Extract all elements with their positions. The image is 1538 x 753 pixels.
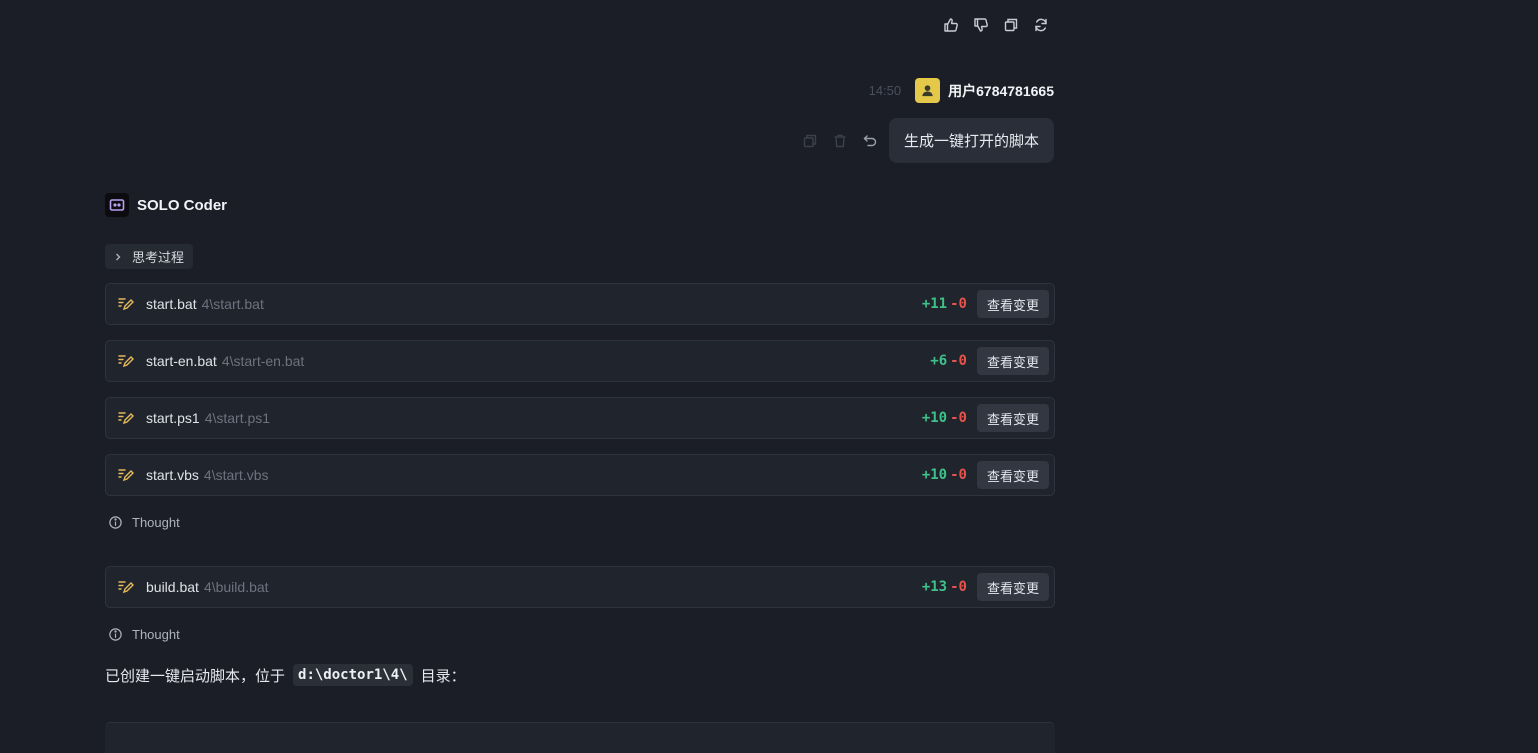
refresh-icon[interactable] [1030,14,1052,36]
file-name: start-en.bat [146,353,217,369]
summary-after: 目录： [420,667,466,685]
lines-added: +10 [921,410,948,426]
view-changes-button[interactable]: 查看变更 [976,461,1049,489]
file-name: start.ps1 [146,410,200,426]
message-timestamp: 14:50 [868,83,902,98]
file-path: 4\start.ps1 [204,410,271,426]
agent-header: SOLO Coder [105,193,227,217]
file-name: start.vbs [146,467,199,483]
chevron-right-icon [116,253,121,260]
code-block [105,722,1055,753]
file-edit-icon [117,465,137,485]
file-change-card[interactable]: start.vbs 4\start.vbs +10 -0 查看变更 [105,454,1055,496]
file-change-card[interactable]: start.ps1 4\start.ps1 +10 -0 查看变更 [105,397,1055,439]
response-actions [940,14,1052,36]
lines-added: +10 [921,467,948,483]
file-path: 4\build.bat [203,579,269,595]
lines-added: +11 [921,296,948,312]
lines-removed: -0 [950,410,967,426]
file-path: 4\start-en.bat [221,353,305,369]
lines-removed: -0 [950,467,967,483]
delete-icon[interactable] [829,130,851,152]
thumbs-down-icon[interactable] [970,14,992,36]
copy-icon[interactable] [799,130,821,152]
file-edit-icon [117,351,137,371]
file-change-card[interactable]: build.bat 4\build.bat +13 -0 查看变更 [105,566,1055,608]
thinking-label: 思考过程 [132,250,185,265]
file-path: 4\start.bat [201,296,264,312]
thought-indicator[interactable]: Thought [108,627,180,642]
directory-path-code: d:\doctor1\4\ [293,664,413,686]
file-edit-icon [117,577,137,597]
view-changes-button[interactable]: 查看变更 [976,290,1049,318]
thinking-toggle[interactable]: 思考过程 [105,244,194,269]
lines-removed: -0 [950,579,967,595]
view-changes-button[interactable]: 查看变更 [976,573,1049,601]
thumbs-up-icon[interactable] [940,14,962,36]
user-message-bubble: 生成一键打开的脚本 [888,118,1054,163]
info-icon [109,628,122,641]
file-edit-icon [117,408,137,428]
summary-before: 已创建一键启动脚本，位于 [105,667,286,685]
view-changes-button[interactable]: 查看变更 [976,404,1049,432]
summary-text: 已创建一键启动脚本，位于 d:\doctor1\4\ 目录： [105,664,466,686]
avatar [915,78,941,103]
agent-name: SOLO Coder [137,196,228,214]
thought-label: Thought [132,627,180,642]
file-change-card[interactable]: start.bat 4\start.bat +11 -0 查看变更 [105,283,1055,325]
lines-added: +13 [921,579,948,595]
lines-removed: -0 [950,296,967,312]
robot-icon [105,193,129,217]
file-path: 4\start.vbs [203,467,269,483]
file-change-card[interactable]: start-en.bat 4\start-en.bat +6 -0 查看变更 [105,340,1055,382]
file-name: start.bat [146,296,197,312]
user-icon [922,85,933,97]
lines-removed: -0 [950,353,967,369]
undo-icon[interactable] [859,130,881,152]
username: 用户6784781665 [948,82,1054,99]
file-name: build.bat [146,579,199,595]
lines-added: +6 [930,353,948,369]
info-icon [109,516,122,529]
view-changes-button[interactable]: 查看变更 [976,347,1049,375]
thought-indicator[interactable]: Thought [108,515,180,530]
user-header: 14:50 用户6784781665 [869,78,1054,103]
thought-label: Thought [132,515,180,530]
copy-icon[interactable] [1000,14,1022,36]
file-edit-icon [117,294,137,314]
user-message-row: 生成一键打开的脚本 [799,118,1054,163]
